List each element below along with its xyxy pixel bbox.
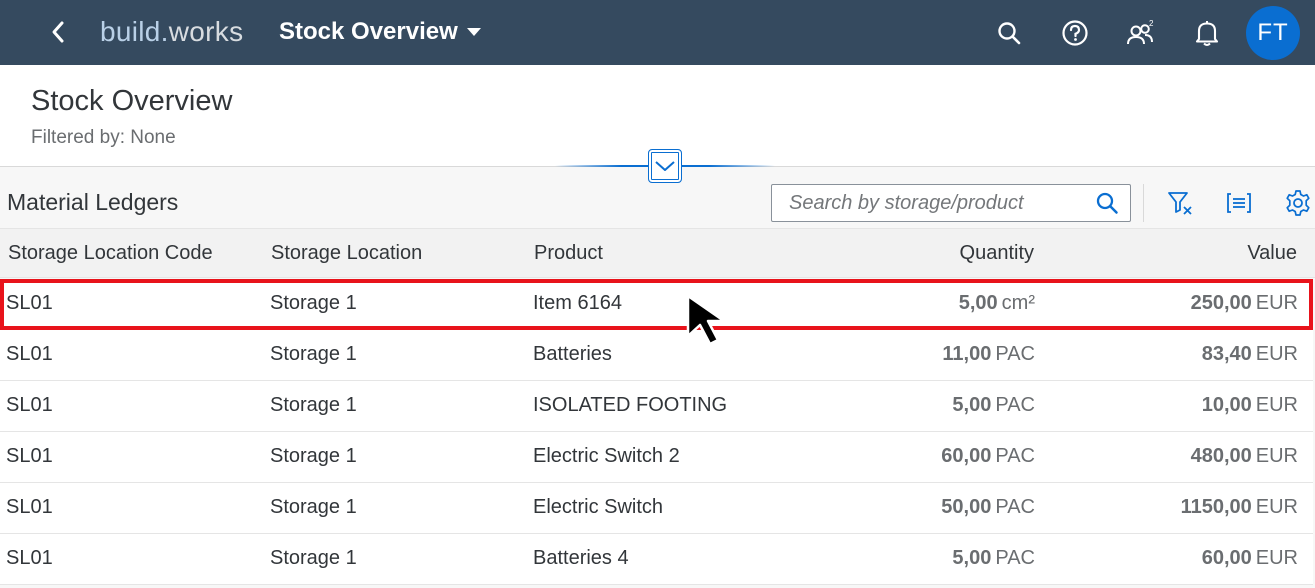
back-button[interactable] <box>40 14 76 50</box>
cell-storage-location-code: SL01 <box>6 547 53 569</box>
cell-storage-location-code: SL01 <box>6 343 53 365</box>
search-field[interactable] <box>771 184 1131 222</box>
cell-value: 480,00 EUR <box>1190 445 1298 467</box>
cell-product: Electric Switch <box>533 496 664 518</box>
cell-storage-location-code: SL01 <box>6 292 53 314</box>
column-header-value[interactable]: Value <box>1247 242 1297 265</box>
table-column-header: Storage Location Code Storage Location P… <box>0 228 1315 278</box>
cell-quantity: 5,00 cm² <box>958 292 1035 314</box>
help-button[interactable] <box>1057 15 1093 51</box>
cell-value: 250,00 EUR <box>1190 292 1298 314</box>
clear-filter-button[interactable] <box>1163 186 1197 220</box>
shell-search-button[interactable] <box>991 15 1027 51</box>
cell-product: ISOLATED FOOTING <box>533 394 728 416</box>
cell-storage-location: Storage 1 <box>270 292 357 314</box>
people-icon: 2 <box>1127 19 1154 45</box>
cell-storage-location: Storage 1 <box>270 445 357 467</box>
cell-storage-location-code: SL01 <box>6 394 53 416</box>
cell-storage-location-code: SL01 <box>6 496 53 518</box>
chevron-down-icon <box>655 161 675 171</box>
cell-quantity: 50,00 PAC <box>941 496 1035 518</box>
cell-value: 10,00 EUR <box>1201 394 1298 416</box>
cell-value: 60,00 EUR <box>1201 547 1298 569</box>
search-input[interactable] <box>772 185 1082 221</box>
table-row[interactable]: SL01 Storage 1 Batteries 4 5,00 PAC 60,00… <box>0 534 1313 585</box>
help-icon <box>1062 20 1088 46</box>
cell-storage-location: Storage 1 <box>270 496 357 518</box>
table-title: Material Ledgers <box>7 189 179 215</box>
table-row[interactable]: SL01 Storage 1 Item 6164 5,00 cm² 250,00 E… <box>0 279 1313 330</box>
cell-storage-location: Storage 1 <box>270 547 357 569</box>
cell-product: Item 6164 <box>533 292 622 314</box>
page-title: Stock Overview <box>31 85 233 117</box>
search-icon <box>998 22 1021 45</box>
cell-product: Electric Switch 2 <box>533 445 680 467</box>
mouse-pointer-icon <box>686 294 726 346</box>
search-icon <box>1096 192 1118 214</box>
column-header-quantity[interactable]: Quantity <box>960 242 1034 265</box>
cell-quantity: 11,00 PAC <box>942 343 1035 365</box>
group-button[interactable] <box>1222 186 1256 220</box>
cell-storage-location: Storage 1 <box>270 343 357 365</box>
list-bracket-icon <box>1227 193 1251 213</box>
svg-text:2: 2 <box>1149 19 1154 28</box>
cell-quantity: 60,00 PAC <box>941 445 1035 467</box>
toolbar-separator <box>1143 184 1144 222</box>
cell-quantity: 5,00 PAC <box>952 394 1035 416</box>
cell-storage-location-code: SL01 <box>6 445 53 467</box>
search-submit-button[interactable] <box>1092 188 1122 218</box>
notifications-button[interactable] <box>1189 15 1225 51</box>
gear-icon <box>1286 190 1310 216</box>
people-button[interactable]: 2 <box>1123 15 1159 51</box>
cell-product: Batteries <box>533 343 612 365</box>
avatar-initials: FT <box>1257 19 1289 46</box>
column-header-storage-location[interactable]: Storage Location <box>271 242 422 265</box>
cell-value: 1150,00 EUR <box>1180 496 1298 518</box>
cell-quantity: 5,00 PAC <box>952 547 1035 569</box>
app-title-menu[interactable]: Stock Overview <box>279 16 481 48</box>
back-icon <box>52 21 64 43</box>
settings-button[interactable] <box>1281 186 1315 220</box>
table-row[interactable]: SL01 Storage 1 Batteries 11,00 PAC 83,40 E… <box>0 330 1313 381</box>
app-title-label: Stock Overview <box>279 18 458 45</box>
collapse-header-button[interactable] <box>648 149 682 183</box>
shell-bar: build.works Stock Overview 2 FT <box>0 0 1315 65</box>
table-row[interactable]: SL01 Storage 1 Electric Switch 2 60,00 PA… <box>0 432 1313 483</box>
filter-clear-icon <box>1168 192 1192 215</box>
filter-status: Filtered by: None <box>31 127 176 148</box>
notification-bell-icon <box>1195 21 1219 46</box>
brand-logo: build.works <box>100 16 244 47</box>
cell-storage-location: Storage 1 <box>270 394 357 416</box>
table-row[interactable]: SL01 Storage 1 Electric Switch 50,00 PAC … <box>0 483 1313 534</box>
column-header-product[interactable]: Product <box>534 242 603 265</box>
cell-value: 83,40 EUR <box>1201 343 1298 365</box>
table-row[interactable]: SL01 Storage 1 ISOLATED FOOTING 5,00 PAC … <box>0 381 1313 432</box>
caret-down-icon <box>466 28 481 36</box>
user-avatar[interactable]: FT <box>1246 6 1300 60</box>
cell-product: Batteries 4 <box>533 547 629 569</box>
column-header-storage-location-code[interactable]: Storage Location Code <box>8 242 213 265</box>
